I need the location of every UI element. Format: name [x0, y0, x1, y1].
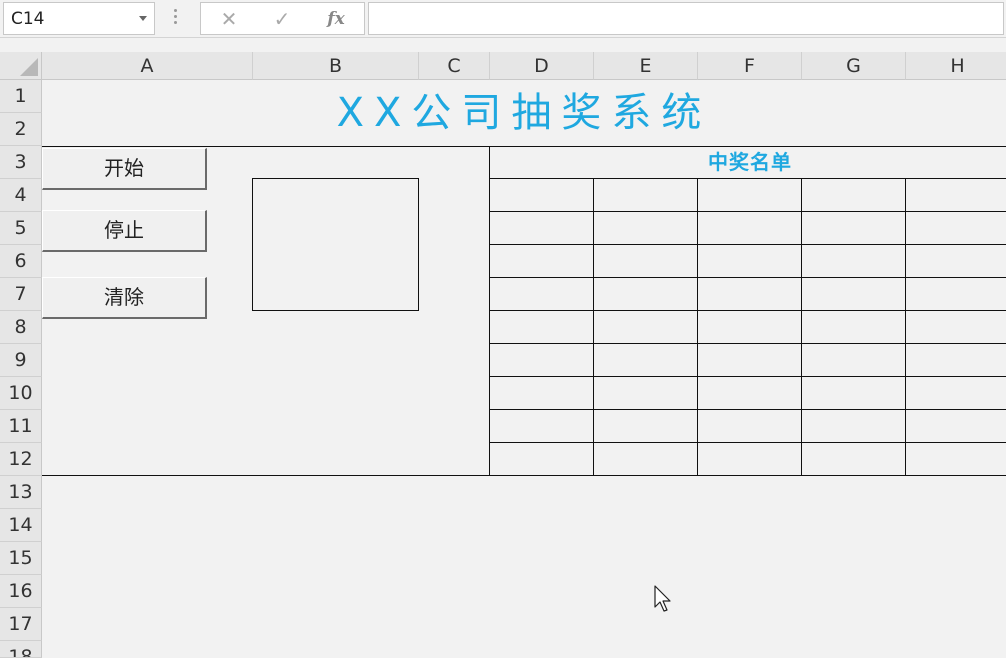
page-title: XX公司抽奖系统 — [336, 90, 712, 136]
region-bottom-border — [42, 475, 1006, 476]
table-gridline — [489, 211, 1006, 212]
row-header-14[interactable]: 14 — [0, 509, 42, 542]
formula-input[interactable] — [368, 2, 1004, 35]
column-header-g[interactable]: G — [802, 52, 906, 80]
name-box[interactable]: C14 — [3, 2, 155, 35]
start-button[interactable]: 开始 — [42, 148, 207, 190]
table-gridline — [489, 343, 1006, 344]
row-header-9[interactable]: 9 — [0, 344, 42, 377]
table-gridline — [489, 376, 1006, 377]
row-header-1[interactable]: 1 — [0, 80, 42, 113]
formula-bar: C14 ✕ ✓ fx — [0, 0, 1006, 38]
insert-function-button[interactable]: fx — [324, 7, 348, 31]
row-header-2[interactable]: 2 — [0, 113, 42, 146]
table-gridline — [697, 178, 698, 476]
table-gridline — [905, 178, 906, 476]
row-header-12[interactable]: 12 — [0, 443, 42, 476]
name-box-value: C14 — [11, 9, 45, 29]
winner-list-title: 中奖名单 — [708, 150, 792, 174]
stop-button[interactable]: 停止 — [42, 210, 207, 252]
spreadsheet-window: C14 ✕ ✓ fx A B C D E F G H 1 2 3 4 5 6 7… — [0, 0, 1006, 658]
row-header-15[interactable]: 15 — [0, 542, 42, 575]
column-header-a[interactable]: A — [42, 52, 253, 80]
table-gridline — [489, 244, 1006, 245]
table-gridline — [593, 178, 594, 476]
column-header-c[interactable]: C — [419, 52, 490, 80]
row-header-11[interactable]: 11 — [0, 410, 42, 443]
check-icon[interactable]: ✓ — [270, 7, 294, 31]
row-header-16[interactable]: 16 — [0, 575, 42, 608]
row-header-3[interactable]: 3 — [0, 146, 42, 179]
row-header-7[interactable]: 7 — [0, 278, 42, 311]
formula-controls: ✕ ✓ fx — [200, 2, 365, 35]
column-header-b[interactable]: B — [253, 52, 419, 80]
table-gridline — [489, 277, 1006, 278]
row-header-18[interactable]: 18 — [0, 641, 42, 658]
close-icon[interactable]: ✕ — [217, 7, 241, 31]
column-header-d[interactable]: D — [490, 52, 594, 80]
row-header-10[interactable]: 10 — [0, 377, 42, 410]
clear-button[interactable]: 清除 — [42, 277, 207, 319]
row-header-17[interactable]: 17 — [0, 608, 42, 641]
more-options-icon[interactable] — [174, 9, 178, 27]
row-header-5[interactable]: 5 — [0, 212, 42, 245]
table-gridline — [489, 310, 1006, 311]
row-header-6[interactable]: 6 — [0, 245, 42, 278]
winner-table-left-border — [489, 146, 490, 476]
table-gridline — [489, 178, 1006, 179]
table-gridline — [489, 442, 1006, 443]
draw-display-box — [252, 178, 419, 311]
column-header-h[interactable]: H — [906, 52, 1006, 80]
row-header-13[interactable]: 13 — [0, 476, 42, 509]
column-header-f[interactable]: F — [698, 52, 802, 80]
row-header-8[interactable]: 8 — [0, 311, 42, 344]
table-gridline — [489, 409, 1006, 410]
mouse-cursor-icon — [654, 585, 671, 612]
column-header-e[interactable]: E — [594, 52, 698, 80]
chevron-down-icon[interactable] — [139, 16, 147, 21]
table-gridline — [801, 178, 802, 476]
select-all-button[interactable] — [0, 52, 42, 80]
row-header-4[interactable]: 4 — [0, 179, 42, 212]
